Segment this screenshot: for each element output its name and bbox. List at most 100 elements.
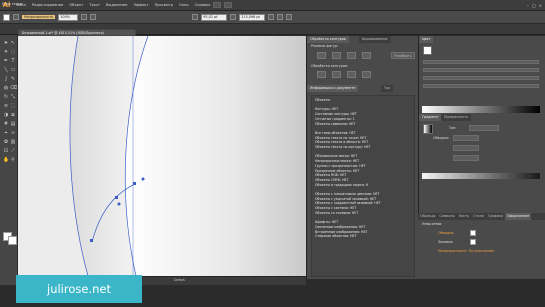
minus-front-icon[interactable] — [332, 52, 341, 59]
gradient-tool-icon[interactable]: ▤ — [10, 121, 16, 127]
unite-icon[interactable] — [317, 52, 326, 59]
tab-transparency-right[interactable]: Прозрачность — [441, 114, 472, 121]
trim-icon[interactable] — [332, 71, 341, 78]
eraser-icon[interactable]: ⌫ — [10, 85, 17, 91]
expand-button[interactable]: Разобрать — [391, 52, 415, 59]
graph-tool-icon[interactable]: ▥ — [10, 139, 16, 145]
mesh-tool-icon[interactable]: # — [3, 121, 9, 127]
stroke-swatch-small[interactable] — [470, 230, 476, 236]
free-transform-icon[interactable]: ⬚ — [10, 103, 16, 109]
tab-gradient[interactable]: Градиент — [419, 114, 442, 121]
gradient-slider-bar[interactable] — [422, 173, 540, 179]
menu-view[interactable]: Просмотр — [152, 0, 176, 11]
color-fill-box[interactable] — [423, 46, 432, 55]
line-tool-icon[interactable]: ╲ — [3, 67, 9, 73]
document-tab[interactable]: Безымянный-1.ai* @ 4815,51% (RGB/Просмот… — [18, 29, 136, 36]
appearance-fill-row[interactable]: Заливка: — [438, 240, 453, 244]
opacity-label[interactable]: Непрозрачность — [22, 15, 56, 19]
menu-effect[interactable]: Эффект — [130, 0, 151, 11]
fill-swatch-control[interactable] — [3, 13, 10, 21]
tab-align[interactable]: Выравнивание — [359, 36, 391, 43]
direction-handle[interactable] — [141, 177, 145, 181]
pen-tool-icon[interactable]: ✒ — [3, 58, 9, 64]
close-icon[interactable]: × — [539, 3, 542, 8]
menu-window[interactable]: Окно — [176, 0, 192, 11]
crop-icon[interactable] — [362, 71, 371, 78]
menu-type[interactable]: Текст — [86, 0, 103, 11]
direction-handle[interactable] — [117, 202, 121, 206]
mesh-point[interactable] — [115, 196, 118, 199]
minimize-icon[interactable]: – — [527, 3, 529, 8]
eyedropper-icon[interactable]: ⌖ — [3, 130, 9, 136]
type-tool-icon[interactable]: T — [10, 58, 16, 64]
opacity-field[interactable]: 100% — [58, 13, 79, 21]
blend-icon[interactable]: ∞ — [10, 130, 16, 136]
artboard-tool-icon[interactable]: ⊡ — [3, 148, 9, 154]
blob-brush-icon[interactable]: ◍ — [3, 85, 9, 91]
mesh-artwork[interactable] — [18, 36, 306, 276]
width-tool-icon[interactable]: ≋ — [3, 103, 9, 109]
stroke-color-swatch[interactable] — [8, 236, 17, 245]
pencil-icon[interactable]: ✎ — [10, 76, 16, 82]
tab-graphics[interactable]: Графика — [485, 213, 505, 220]
distribute-icon[interactable] — [286, 14, 293, 20]
slice-tool-icon[interactable]: ⟋ — [10, 148, 16, 154]
direct-selection-tool-icon[interactable]: ↖ — [10, 40, 16, 46]
appearance-stroke-row[interactable]: Обводка: — [438, 231, 454, 235]
y-coordinate-field[interactable]: 215,098 pt — [239, 13, 266, 21]
lasso-icon[interactable]: ◌ — [10, 49, 16, 55]
intersect-icon[interactable] — [347, 52, 356, 59]
rectangle-tool-icon[interactable]: ▭ — [10, 67, 16, 73]
selection-tool-icon[interactable]: ➤ — [3, 40, 9, 46]
mesh-point[interactable] — [133, 182, 136, 185]
tab-brushes[interactable]: Кисть — [456, 213, 472, 220]
align-icon[interactable] — [277, 14, 284, 20]
magic-wand-icon[interactable]: ✦ — [3, 49, 9, 55]
hand-tool-icon[interactable]: ✋ — [3, 157, 9, 163]
maximize-icon[interactable]: □ — [532, 3, 536, 8]
rotate-icon[interactable]: ↻ — [3, 94, 9, 100]
menu-help[interactable]: Справка — [192, 0, 214, 11]
tab-transparency[interactable]: Тра — [381, 85, 394, 92]
appearance-opacity-row[interactable]: Непрозрачность: По умолчанию — [438, 249, 494, 253]
tab-symbols[interactable]: Символы — [437, 213, 457, 220]
recolor-icon[interactable] — [81, 14, 88, 20]
zoom-tool-icon[interactable]: ⚲ — [10, 157, 16, 163]
stroke-swatch-control[interactable] — [13, 14, 19, 20]
gradient-location-field[interactable] — [453, 155, 479, 161]
gradient-angle-field[interactable] — [453, 135, 479, 141]
symbol-sprayer-icon[interactable]: ✿ — [3, 139, 9, 145]
shape-builder-icon[interactable]: ◑ — [3, 112, 9, 118]
tab-swatches[interactable]: Образцы — [418, 213, 438, 220]
divide-icon[interactable] — [317, 71, 326, 78]
tab-styles[interactable]: Стили — [471, 213, 486, 220]
color-slider[interactable] — [423, 68, 539, 72]
style-icon[interactable] — [90, 14, 97, 20]
scale-icon[interactable]: ⤡ — [10, 94, 16, 100]
tab-document-info[interactable]: Информация о документе — [307, 85, 359, 92]
color-spectrum-bar[interactable] — [422, 106, 540, 113]
arrange-documents-button[interactable] — [224, 2, 233, 8]
transform-icon[interactable] — [268, 14, 275, 20]
exclude-icon[interactable] — [362, 52, 371, 59]
tab-color[interactable]: Цвет — [419, 36, 434, 43]
paintbrush-icon[interactable]: ∫ — [3, 76, 9, 82]
color-slider[interactable] — [423, 60, 539, 64]
bridge-button[interactable] — [213, 2, 222, 8]
color-slider[interactable] — [423, 76, 539, 80]
tab-appearance[interactable]: Оформление — [504, 213, 532, 220]
x-coordinate-field[interactable]: 95,02 pt — [201, 13, 228, 21]
menu-object[interactable]: Объект — [66, 0, 86, 11]
artboard-canvas[interactable] — [18, 36, 306, 276]
gradient-aspect-field[interactable] — [453, 145, 479, 151]
fill-swatch-small[interactable] — [470, 239, 476, 245]
gradient-preview[interactable] — [423, 124, 433, 134]
gradient-type-select[interactable] — [469, 125, 499, 131]
perspective-icon[interactable]: ⧈ — [10, 112, 16, 118]
menu-select[interactable]: Выделение — [103, 0, 130, 11]
color-slider[interactable] — [423, 84, 539, 88]
merge-icon[interactable] — [347, 71, 356, 78]
mesh-point[interactable] — [90, 239, 93, 242]
menu-edit[interactable]: Редактирование — [29, 0, 66, 11]
tab-pathfinder[interactable]: Обработка контуров — [307, 36, 349, 43]
